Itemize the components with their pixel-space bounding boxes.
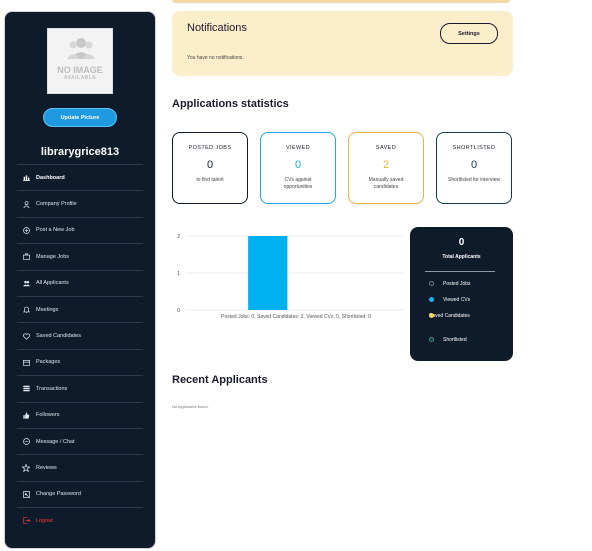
stat-value: 0 [206,159,214,171]
stat-label: SHORTLISTED [452,145,496,151]
stat-subtext: to find talent [196,177,224,183]
stat-subtext: Manually saved candidates [368,177,404,191]
stat-card-posted-jobs[interactable]: POSTED JOBS 0 to find talent [172,132,248,204]
sidebar-item-label: Saved Candidates [36,333,81,340]
key-icon [20,490,32,498]
no-image-person-icon [67,38,95,59]
sidebar-item-label: Change Password [36,491,81,498]
chat-icon [20,438,32,445]
legend-item-viewed-cvs[interactable]: Viewed CVs [429,297,470,303]
stat-value: 2 [382,159,390,171]
briefcase-icon [20,253,32,261]
logout-icon [20,517,32,524]
stat-subtext: Shortlisted for interview [448,177,500,183]
stat-value: 0 [470,159,478,171]
total-applicants-label: Total Applicants [442,254,481,260]
sidebar-item-label: Packages [36,359,61,366]
sidebar-menu: Dashboard Company Profile Post a New Job… [17,164,143,533]
sidebar-item-label: All Applicants [36,280,69,287]
transactions-icon [20,385,32,392]
sidebar-item-label: Logout [36,517,53,524]
sidebar-item-logout[interactable]: Logout [17,507,143,533]
heart-icon [20,333,32,340]
legend-label: Saved Candidates [429,313,470,319]
package-icon [20,359,32,366]
sidebar-item-reviews[interactable]: Reviews [17,454,143,480]
plus-circle-icon [20,227,32,234]
stat-card-shortlisted[interactable]: SHORTLISTED 0 Shortlisted for interview [436,132,512,204]
sidebar-item-message-chat[interactable]: Message / Chat [17,427,143,454]
legend-label: Shortlisted [443,337,467,343]
sidebar-item-manage-jobs[interactable]: Manage Jobs [17,243,143,269]
sidebar-item-saved-candidates[interactable]: Saved Candidates [17,322,143,348]
update-picture-button[interactable]: Update Picture [43,108,117,127]
applications-bar-chart: 0 1 2 Posted Jobs: 0, Saved Candidates: 2, … [172,226,404,326]
sidebar-item-packages[interactable]: Packages [17,348,143,375]
sidebar-item-label: Transactions [36,385,68,392]
available-text: AVAILABLE [63,75,97,81]
legend-dot [429,337,434,342]
sidebar-item-label: Followers [36,412,60,419]
stat-value: 0 [294,159,302,171]
settings-button[interactable]: Settings [440,23,498,44]
no-image-text: NO IMAGE [57,65,103,75]
sidebar-item-label: Message / Chat [36,438,75,445]
legend-item-posted-jobs[interactable]: Posted Jobs [429,281,471,287]
sidebar-item-all-applicants[interactable]: All Applicants [17,269,143,296]
bell-icon [20,306,32,314]
stat-label: VIEWED [285,145,311,151]
total-applicants-card: 0 Total Applicants Posted Jobs Viewed CV… [410,227,513,361]
sidebar-item-label: Manage Jobs [36,253,70,260]
chart-y-tick-label: 1 [177,271,180,277]
stat-label: POSTED JOBS [188,145,232,151]
recent-applicants-empty-text: No Applicants found. [172,404,209,409]
notifications-panel: Notifications Settings You have no notif… [172,11,513,76]
star-icon [20,463,32,472]
sidebar-item-company-profile[interactable]: Company Profile [17,190,143,216]
stat-label: SAVED [375,145,397,151]
sidebar-item-transactions[interactable]: Transactions [17,375,143,401]
legend-label: Viewed CVs [443,297,471,303]
sidebar-item-post-job[interactable]: Post a New Job [17,216,143,243]
sidebar-item-label: Reviews [36,464,57,471]
legend-item-saved-candidates[interactable]: Saved Candidates [429,313,499,320]
sidebar-item-label: Company Profile [36,201,77,208]
notifications-empty-text: You have no notifications. [187,55,244,61]
total-applicants-value: 0 [458,237,465,248]
dashboard-icon [20,174,32,182]
sidebar-item-meetings[interactable]: Meetings [17,295,143,322]
username: librarygrice813 [40,146,120,158]
sidebar-item-label: Meetings [36,306,59,313]
top-accent-bar [172,0,510,3]
legend-item-shortlisted[interactable]: Shortlisted [429,337,467,343]
stat-card-saved[interactable]: SAVED 2 Manually saved candidates [348,132,424,204]
sidebar-item-label: Dashboard [36,174,65,181]
sidebar-item-dashboard[interactable]: Dashboard [17,164,143,190]
notifications-title: Notifications [187,22,247,34]
stat-subtext: CVs against opportunities [283,177,313,191]
chart-y-tick-label: 2 [177,234,180,240]
user-icon [20,200,32,208]
legend-divider [425,271,495,272]
chart-x-label: Posted Jobs: 0, Saved Candidates: 2, Vie… [221,314,371,320]
sidebar-item-followers[interactable]: Followers [17,401,143,428]
legend-label: Posted Jobs [443,281,471,287]
chart-svg: 0 1 2 Posted Jobs: 0, Saved Candidates: 2, … [177,234,404,320]
thumbs-up-icon [20,412,32,419]
chart-y-tick-label: 0 [177,308,180,314]
sidebar-item-change-password[interactable]: Change Password [17,480,143,507]
legend-dot [429,297,434,302]
stat-card-viewed[interactable]: VIEWED 0 CVs against opportunities [260,132,336,204]
statistics-title: Applications statistics [172,98,289,110]
legend-dot [429,281,434,286]
recent-applicants-title: Recent Applicants [172,374,268,386]
sidebar-item-label: Post a New Job [36,227,75,234]
users-icon [20,280,32,287]
avatar: NO IMAGE AVAILABLE [47,28,113,94]
chart-bar-saved-candidates [248,236,288,310]
sidebar: NO IMAGE AVAILABLE Update Picture librar… [4,11,156,549]
